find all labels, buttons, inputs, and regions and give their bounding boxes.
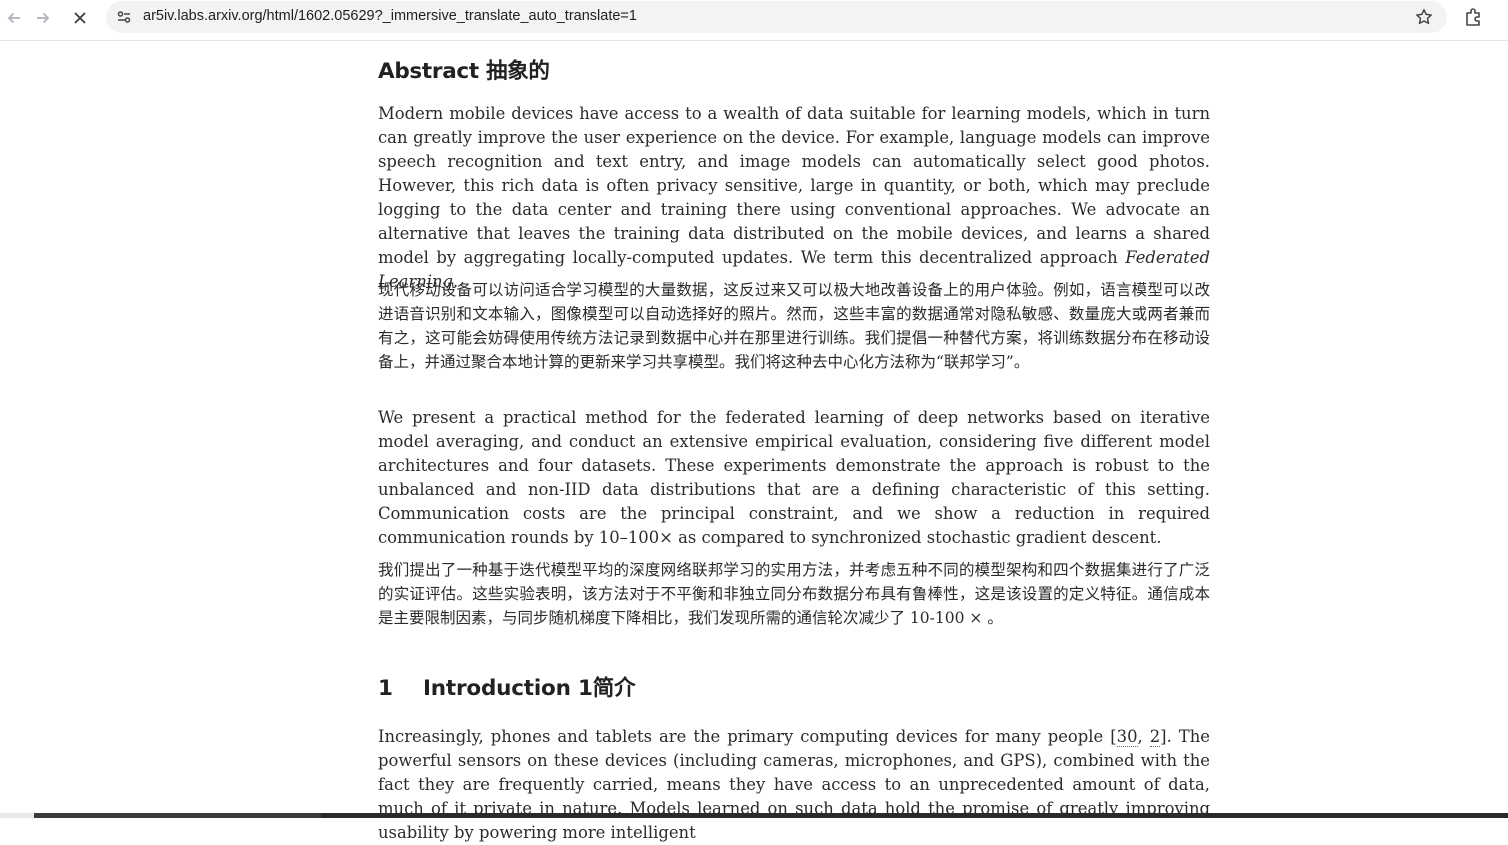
bottom-bar-segment xyxy=(34,813,321,818)
site-settings-icon[interactable] xyxy=(116,9,132,25)
bottom-bar-dark xyxy=(321,813,1508,818)
intro-text-a: Increasingly, phones and tablets are the… xyxy=(378,727,1117,746)
extensions-icon[interactable] xyxy=(1463,6,1485,28)
address-bar[interactable]: ar5iv.labs.arxiv.org/html/1602.05629?_im… xyxy=(106,1,1447,33)
abstract-paragraph-1: Modern mobile devices have access to a w… xyxy=(378,102,1210,294)
section-number: 1 xyxy=(378,676,393,701)
bottom-scroll-strip xyxy=(0,813,1508,818)
introduction-paragraph-1: Increasingly, phones and tablets are the… xyxy=(378,725,1210,845)
url-text[interactable]: ar5iv.labs.arxiv.org/html/1602.05629?_im… xyxy=(143,8,637,24)
bookmark-star-icon[interactable] xyxy=(1415,8,1433,26)
citation-link-2[interactable]: 2 xyxy=(1149,727,1161,747)
forward-icon[interactable] xyxy=(29,5,57,31)
abstract-paragraph-2: We present a practical method for the fe… xyxy=(378,408,1210,547)
abstract-paragraph-2-translation: 我们提出了一种基于迭代模型平均的深度网络联邦学习的实用方法，并考虑五种不同的模型… xyxy=(378,561,1210,627)
citation-link-30[interactable]: 30 xyxy=(1116,727,1138,747)
citation-separator: , xyxy=(1137,727,1150,746)
abstract-paragraph-1-translation: 现代移动设备可以访问适合学习模型的大量数据，这反过来又可以极大地改善设备上的用户… xyxy=(378,281,1210,371)
back-icon[interactable] xyxy=(0,5,28,31)
abstract-paragraph-1-text: Modern mobile devices have access to a w… xyxy=(378,104,1210,267)
abstract-heading: Abstract 抽象的 xyxy=(378,59,550,84)
stop-loading-icon[interactable] xyxy=(66,5,94,31)
introduction-heading-text: Introduction 1简介 xyxy=(423,676,636,701)
introduction-heading: 1 Introduction 1简介 xyxy=(378,671,636,702)
browser-toolbar: ar5iv.labs.arxiv.org/html/1602.05629?_im… xyxy=(0,0,1508,41)
